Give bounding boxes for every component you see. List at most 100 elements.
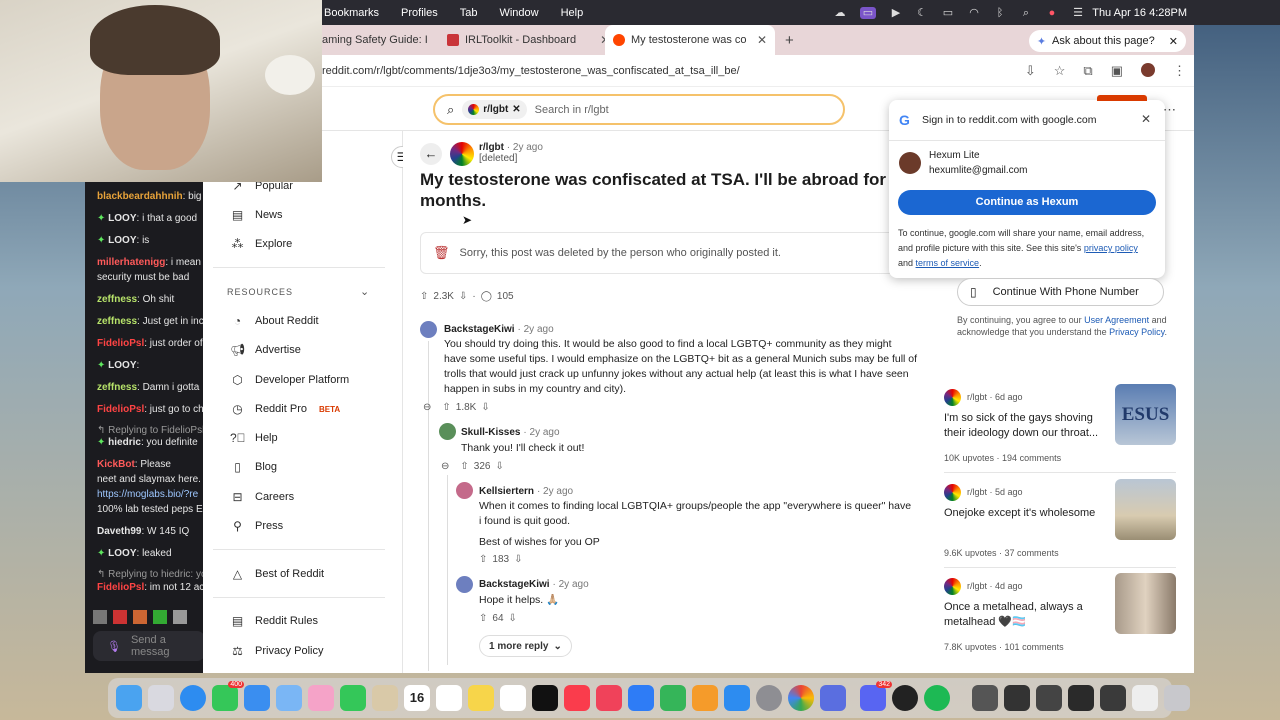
maps-icon[interactable] (276, 685, 302, 711)
collapse-icon[interactable]: ⊖ (441, 461, 449, 472)
nav-reddit-pro[interactable]: ◷ Reddit Pro BETA (230, 402, 340, 416)
nav-help[interactable]: ?⃝ Help (230, 431, 278, 445)
nav-blog[interactable]: ▯ Blog (230, 460, 277, 474)
menu-bookmarks[interactable]: Bookmarks (324, 7, 379, 19)
more-options-icon[interactable]: ⋯ (1163, 102, 1176, 118)
privacy-policy-link[interactable]: privacy policy (1084, 243, 1138, 253)
close-icon[interactable]: ✕ (1169, 35, 1178, 48)
simulator-icon[interactable] (820, 685, 846, 711)
nav-press[interactable]: ⚲ Press (230, 519, 283, 533)
chat-username[interactable]: LOOY (108, 235, 136, 246)
tv-icon[interactable] (532, 685, 558, 711)
upvote-icon[interactable]: ⇧ (479, 554, 487, 565)
display-icon[interactable]: ▭ (860, 6, 876, 19)
recent-window-icon[interactable] (1004, 685, 1030, 711)
avatar[interactable] (456, 482, 473, 499)
menu-tab[interactable]: Tab (460, 7, 478, 19)
finder-icon[interactable] (116, 685, 142, 711)
continue-as-button[interactable]: Continue as Hexum (898, 190, 1156, 215)
contacts-icon[interactable] (372, 685, 398, 711)
downvote-icon[interactable]: ⇩ (495, 461, 503, 472)
menu-profiles[interactable]: Profiles (401, 7, 438, 19)
search-icon[interactable]: ⌕ (1020, 7, 1032, 19)
notes-icon[interactable] (468, 685, 494, 711)
microphone-icon[interactable]: 🎙︎ (107, 640, 121, 653)
upvote-icon[interactable]: ⇧ (420, 291, 428, 302)
chat-username[interactable]: FidelioPsl (97, 338, 144, 349)
subreddit-avatar[interactable] (450, 142, 474, 166)
nav-developer-platform[interactable]: ⬡ Developer Platform (230, 373, 349, 387)
terms-link[interactable]: terms of service (916, 258, 980, 268)
chat-username[interactable]: zeffness (97, 316, 137, 327)
comment-user[interactable]: Kellsiertern (479, 486, 534, 497)
bookmark-star-icon[interactable]: ☆ (1054, 63, 1066, 79)
obs-icon[interactable] (892, 685, 918, 711)
emote-icon[interactable] (173, 610, 187, 624)
news-app-icon[interactable] (596, 685, 622, 711)
menu-kebab-icon[interactable]: ⋮ (1173, 63, 1186, 79)
emote-icon[interactable] (133, 610, 147, 624)
spotify-icon[interactable] (924, 685, 950, 711)
upvote-icon[interactable]: ⇧ (460, 461, 468, 472)
nav-best-of-reddit[interactable]: △ Best of Reddit (230, 567, 324, 581)
more-replies-button[interactable]: 1 more reply ⌄ (479, 635, 572, 657)
subreddit-link[interactable]: r/lgbt (479, 142, 504, 153)
close-icon[interactable]: ✕ (757, 33, 767, 47)
tab-irltoolkit[interactable]: IRLToolkit - Dashboard ✕ (435, 25, 605, 55)
nav-about-reddit[interactable]: ◔ About Reddit (230, 314, 319, 328)
chat-username[interactable]: LOOY (108, 360, 136, 371)
photos-icon[interactable] (308, 685, 334, 711)
media-icon[interactable]: ▣ (1111, 63, 1123, 79)
extensions-icon[interactable]: ⧉ (1083, 63, 1092, 79)
chat-username[interactable]: hiedric (108, 437, 141, 448)
recent-window-icon[interactable] (1068, 685, 1094, 711)
reminders-icon[interactable] (436, 685, 462, 711)
discord-icon[interactable]: 342 (860, 681, 892, 711)
tab-reddit-post[interactable]: My testosterone was confisca ✕ (605, 25, 775, 55)
chat-username[interactable]: zeffness (97, 294, 137, 305)
login-button[interactable] (1097, 95, 1147, 101)
tab-gaming-safety[interactable]: aming Safety Guide: I ✕ (320, 25, 435, 55)
downvote-icon[interactable]: ⇩ (514, 554, 522, 565)
avatar[interactable] (439, 423, 456, 440)
chat-username[interactable]: zeffness (97, 382, 137, 393)
pages-icon[interactable] (692, 685, 718, 711)
safari-icon[interactable] (180, 685, 206, 711)
messages-icon[interactable]: 400 (212, 681, 244, 711)
emote-icon[interactable] (113, 610, 127, 624)
comment-icon[interactable]: ◯ (481, 291, 492, 302)
avatar[interactable] (456, 576, 473, 593)
chat-username[interactable]: millerhatenigg (97, 257, 165, 268)
menu-help[interactable]: Help (561, 7, 584, 19)
cloud-icon[interactable]: ☁ (834, 7, 846, 19)
chat-username[interactable]: LOOY (108, 548, 136, 559)
subreddit-chip[interactable]: r/lgbt ✕ (462, 100, 527, 119)
close-icon[interactable]: ✕ (1141, 112, 1151, 126)
chat-username[interactable]: FidelioPsl (97, 582, 144, 593)
comment-user[interactable]: BackstageKiwi (444, 324, 515, 335)
user-agreement-link[interactable]: User Agreement (1084, 315, 1149, 325)
nav-reddit-rules[interactable]: ▤ Reddit Rules (230, 614, 318, 628)
new-tab-icon[interactable]: + (785, 32, 794, 49)
emote-icon[interactable] (153, 610, 167, 624)
close-icon[interactable]: ✕ (512, 104, 520, 115)
continue-with-phone-button[interactable]: ▯ Continue With Phone Number (957, 278, 1164, 306)
search-input[interactable]: ⌕ r/lgbt ✕ Search in r/lgbt (433, 94, 845, 125)
recent-window-icon[interactable] (1132, 685, 1158, 711)
url-text[interactable]: reddit.com/r/lgbt/comments/1dje3o3/my_te… (322, 65, 740, 77)
avatar[interactable] (420, 321, 437, 338)
play-icon[interactable]: ▶ (890, 7, 902, 19)
related-post[interactable]: r/lgbt · 6d ago I'm so sick of the gays … (944, 384, 1176, 469)
numbers-icon[interactable] (660, 685, 686, 711)
related-post[interactable]: r/lgbt · 5d ago Onejoke except it's whol… (944, 479, 1176, 564)
privacy-policy-link[interactable]: Privacy Policy (1109, 327, 1164, 337)
chat-username[interactable]: LOOY (108, 213, 136, 224)
comment-user[interactable]: BackstageKiwi (479, 579, 550, 590)
recent-window-icon[interactable] (1100, 685, 1126, 711)
comment-user[interactable]: Skull-Kisses (461, 427, 520, 438)
recent-window-icon[interactable] (972, 685, 998, 711)
launchpad-icon[interactable] (148, 685, 174, 711)
app-store-icon[interactable] (724, 685, 750, 711)
chat-username[interactable]: KickBot (97, 459, 135, 470)
trash-icon[interactable] (1164, 685, 1190, 711)
